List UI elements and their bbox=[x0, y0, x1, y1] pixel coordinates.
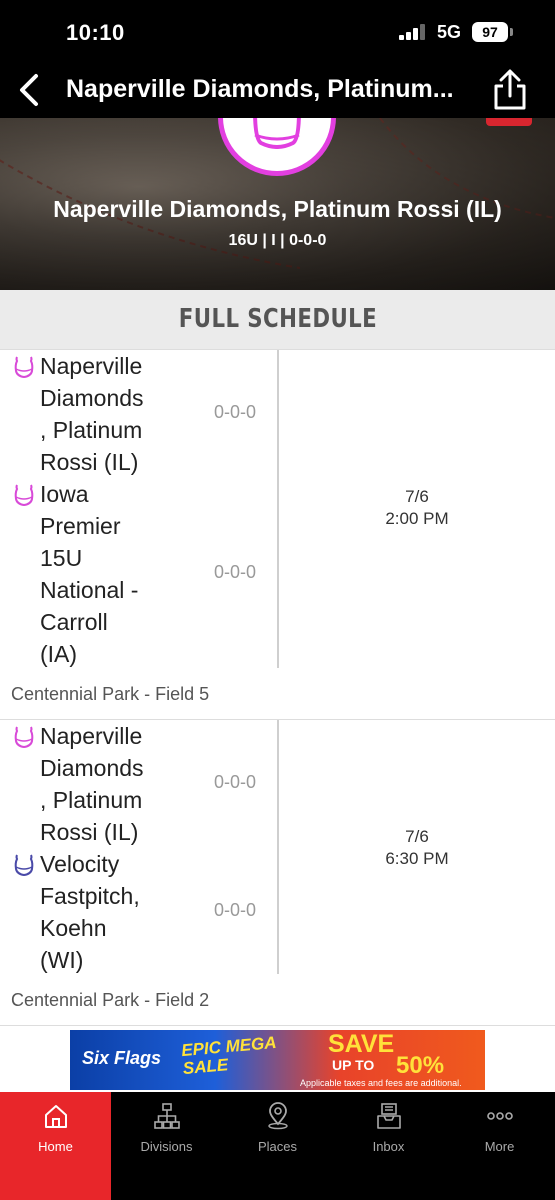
game-location: Centennial Park - Field 5 bbox=[11, 684, 210, 704]
game-datetime: 7/6 2:00 PM bbox=[279, 486, 555, 530]
share-icon bbox=[494, 69, 526, 110]
jersey-icon bbox=[14, 484, 34, 507]
team-name-line: Rossi (IL) bbox=[40, 819, 139, 845]
jersey-icon bbox=[253, 118, 301, 149]
game-time: 2:00 PM bbox=[385, 509, 449, 528]
tab-label: Places bbox=[257, 1139, 298, 1154]
battery-icon: 97 bbox=[472, 22, 508, 42]
team-name-line: Carroll bbox=[40, 609, 108, 635]
game-datetime: 7/6 6:30 PM bbox=[279, 826, 555, 870]
team-name-line: (WI) bbox=[40, 947, 84, 973]
game-card[interactable]: Naperville Diamonds , Platinum Rossi (IL… bbox=[0, 720, 555, 1026]
ad-fine-print: Applicable taxes and fees are additional… bbox=[300, 1078, 462, 1088]
tab-label: Inbox bbox=[372, 1139, 405, 1154]
team-name-line: Diamonds bbox=[40, 755, 144, 781]
game-date: 7/6 bbox=[405, 487, 429, 506]
team-name-line: Iowa bbox=[40, 481, 89, 507]
game-time: 6:30 PM bbox=[385, 849, 449, 868]
section-title: FULL SCHEDULE bbox=[178, 304, 377, 334]
team-name-line: Diamonds bbox=[40, 385, 144, 411]
game-card[interactable]: Naperville Diamonds , Platinum Rossi (IL… bbox=[0, 350, 555, 720]
share-button[interactable] bbox=[488, 66, 532, 114]
tab-bar: Home Divisions Places Inbox More bbox=[0, 1092, 555, 1200]
divisions-icon bbox=[154, 1103, 180, 1129]
back-button[interactable] bbox=[10, 68, 50, 112]
hero-badge bbox=[486, 118, 532, 126]
jersey-icon bbox=[14, 356, 34, 379]
team-record: 0-0-0 bbox=[213, 562, 257, 582]
team-name-line: National - bbox=[40, 577, 139, 603]
chevron-left-icon bbox=[20, 74, 38, 106]
team-name-line: (IA) bbox=[40, 641, 78, 667]
ad-up-to: UP TO bbox=[332, 1057, 375, 1073]
team-name-line: Premier bbox=[40, 513, 121, 539]
team-name-line: 15U bbox=[40, 545, 83, 571]
tab-inbox[interactable]: Inbox bbox=[333, 1092, 444, 1200]
team-name-line: , Platinum bbox=[40, 787, 143, 813]
team-name-line: Naperville bbox=[40, 723, 143, 749]
team-name-line: Koehn bbox=[40, 915, 107, 941]
tab-label: Home bbox=[38, 1139, 73, 1154]
more-icon bbox=[487, 1112, 513, 1120]
team-name: Velocity Fastpitch, Koehn (WI) bbox=[40, 848, 170, 976]
ad-banner[interactable]: Six Flags EPIC MEGA SALE SAVE UP TO 50% … bbox=[70, 1030, 485, 1090]
jersey-icon bbox=[14, 726, 34, 749]
team-hero: Naperville Diamonds, Platinum Rossi (IL)… bbox=[0, 118, 555, 290]
team-record: 0-0-0 bbox=[213, 402, 257, 422]
home-icon bbox=[45, 1105, 67, 1128]
ad-area: Six Flags EPIC MEGA SALE SAVE UP TO 50% … bbox=[0, 1026, 555, 1092]
inbox-icon bbox=[377, 1103, 401, 1129]
team-name-line: Velocity bbox=[40, 851, 120, 877]
places-icon bbox=[268, 1102, 288, 1130]
jersey-icon bbox=[14, 854, 34, 877]
ad-brand: Six Flags bbox=[82, 1048, 162, 1068]
team-record: 0-0-0 bbox=[213, 772, 257, 792]
team-name-line: , Platinum bbox=[40, 417, 143, 443]
tab-home[interactable]: Home bbox=[0, 1092, 111, 1200]
team-name: Naperville Diamonds , Platinum Rossi (IL… bbox=[40, 350, 170, 478]
tab-label: Divisions bbox=[140, 1139, 193, 1154]
team-name: Naperville Diamonds , Platinum Rossi (IL… bbox=[40, 720, 170, 848]
team-name-line: Rossi (IL) bbox=[40, 449, 139, 475]
hero-team-record: 16U | I | 0-0-0 bbox=[228, 232, 327, 249]
battery-tip bbox=[510, 28, 513, 36]
status-time: 10:10 bbox=[66, 20, 125, 45]
ad-headline: EPIC MEGA SALE bbox=[181, 1033, 279, 1078]
tab-places[interactable]: Places bbox=[222, 1092, 333, 1200]
hero-team-name: Naperville Diamonds, Platinum Rossi (IL) bbox=[53, 196, 502, 222]
tab-label: More bbox=[484, 1139, 515, 1154]
section-header: FULL SCHEDULE bbox=[0, 290, 555, 350]
nav-title: Naperville Diamonds, Platinum... bbox=[66, 75, 454, 103]
status-bar: 10:10 5G 97 bbox=[0, 0, 555, 62]
tab-more[interactable]: More bbox=[444, 1092, 555, 1200]
team-name: Iowa Premier 15U National - Carroll (IA) bbox=[40, 478, 170, 670]
game-date: 7/6 bbox=[405, 827, 429, 846]
nav-bar: Naperville Diamonds, Platinum... bbox=[0, 62, 555, 118]
team-record: 0-0-0 bbox=[213, 900, 257, 920]
team-name-line: Naperville bbox=[40, 353, 143, 379]
network-label: 5G bbox=[437, 22, 462, 42]
signal-icon bbox=[399, 24, 429, 40]
game-location: Centennial Park - Field 2 bbox=[11, 990, 210, 1010]
ad-save: SAVE bbox=[328, 1030, 395, 1058]
team-name-line: Fastpitch, bbox=[40, 883, 140, 909]
ad-percent: 50% bbox=[396, 1052, 445, 1079]
tab-divisions[interactable]: Divisions bbox=[111, 1092, 222, 1200]
